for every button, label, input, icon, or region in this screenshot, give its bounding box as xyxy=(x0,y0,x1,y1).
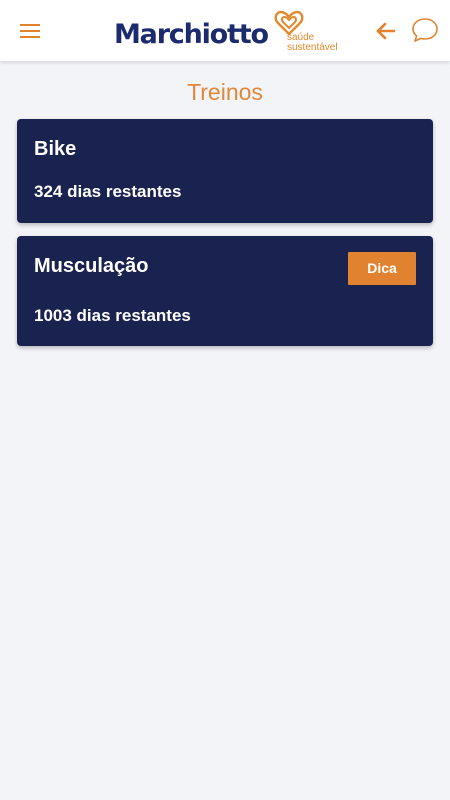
logo-tagline: saúde sustentável xyxy=(287,33,339,53)
hamburger-menu-icon xyxy=(20,24,40,38)
workout-remaining-days: 324 dias restantes xyxy=(34,182,182,201)
page-title: Treinos xyxy=(187,79,263,105)
chat-bubble-icon xyxy=(412,18,438,42)
chat-button[interactable] xyxy=(410,15,440,45)
logo-wordmark: Marchiotto xyxy=(114,19,269,50)
workout-card-bike[interactable]: Bike 324 dias restantes xyxy=(17,119,433,223)
workout-name: Musculação xyxy=(34,255,149,277)
menu-button[interactable] xyxy=(14,17,46,45)
workout-name: Bike xyxy=(34,138,77,160)
logo-tagline-line2: sustentável xyxy=(287,42,338,53)
app-screen: Marchiotto saúde sustentável Treinos Bik… xyxy=(0,0,450,800)
back-button[interactable] xyxy=(372,17,400,45)
workout-remaining-days: 1003 dias restantes xyxy=(34,306,191,325)
top-app-bar: Marchiotto saúde sustentável xyxy=(0,0,450,62)
brand-logo: Marchiotto saúde sustentável xyxy=(114,8,339,56)
tip-button[interactable]: Dica xyxy=(348,252,416,285)
arrow-left-icon xyxy=(376,22,396,40)
workout-card-musculacao[interactable]: Musculação Dica 1003 dias restantes xyxy=(17,236,433,346)
